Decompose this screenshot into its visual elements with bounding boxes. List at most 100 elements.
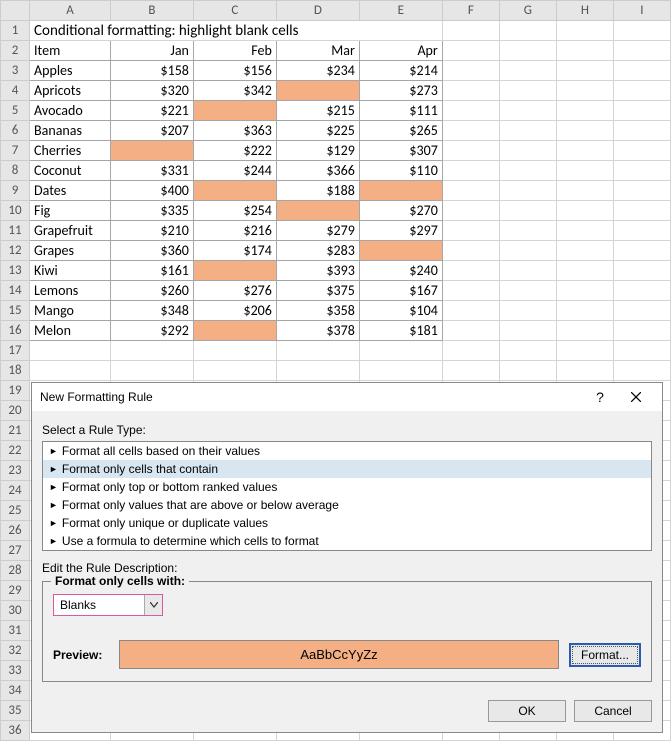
cell[interactable] bbox=[613, 181, 670, 201]
value-cell[interactable]: $111 bbox=[359, 101, 442, 121]
rule-type-item[interactable]: ►Format only unique or duplicate values bbox=[43, 514, 651, 532]
value-cell[interactable]: $254 bbox=[193, 201, 276, 221]
rule-type-item[interactable]: ►Use a formula to determine which cells … bbox=[43, 532, 651, 550]
page-title[interactable]: Conditional formatting: highlight blank … bbox=[30, 21, 443, 41]
cell[interactable] bbox=[556, 101, 613, 121]
row-header[interactable]: 21 bbox=[1, 421, 30, 441]
row-header[interactable]: 34 bbox=[1, 681, 30, 701]
item-name[interactable]: Cherries bbox=[30, 141, 111, 161]
item-name[interactable]: Apricots bbox=[30, 81, 111, 101]
cell[interactable] bbox=[556, 301, 613, 321]
value-cell[interactable]: $307 bbox=[359, 141, 442, 161]
cell[interactable] bbox=[499, 41, 556, 61]
cancel-button[interactable]: Cancel bbox=[574, 700, 652, 722]
condition-type-dropdown[interactable]: Blanks bbox=[53, 594, 163, 616]
cell[interactable] bbox=[556, 321, 613, 341]
cell[interactable] bbox=[613, 301, 670, 321]
cell[interactable] bbox=[613, 121, 670, 141]
rule-type-item[interactable]: ►Format only top or bottom ranked values bbox=[43, 478, 651, 496]
row-header[interactable]: 31 bbox=[1, 621, 30, 641]
item-name[interactable]: Grapefruit bbox=[30, 221, 111, 241]
row-header[interactable]: 17 bbox=[1, 341, 30, 361]
row-header[interactable]: 32 bbox=[1, 641, 30, 661]
header-mar[interactable]: Mar bbox=[276, 41, 359, 61]
col-header-E[interactable]: E bbox=[359, 1, 442, 21]
cell[interactable] bbox=[613, 161, 670, 181]
row-header[interactable]: 16 bbox=[1, 321, 30, 341]
value-cell[interactable] bbox=[359, 241, 442, 261]
item-name[interactable]: Lemons bbox=[30, 281, 111, 301]
cell[interactable] bbox=[499, 21, 556, 41]
header-item[interactable]: Item bbox=[30, 41, 111, 61]
value-cell[interactable]: $270 bbox=[359, 201, 442, 221]
value-cell[interactable] bbox=[276, 81, 359, 101]
row-header[interactable]: 26 bbox=[1, 521, 30, 541]
value-cell[interactable]: $214 bbox=[359, 61, 442, 81]
cell[interactable] bbox=[359, 361, 442, 381]
cell[interactable] bbox=[499, 281, 556, 301]
value-cell[interactable]: $273 bbox=[359, 81, 442, 101]
cell[interactable] bbox=[359, 341, 442, 361]
row-header[interactable]: 7 bbox=[1, 141, 30, 161]
item-name[interactable]: Apples bbox=[30, 61, 111, 81]
cell[interactable] bbox=[556, 61, 613, 81]
row-header[interactable]: 9 bbox=[1, 181, 30, 201]
cell[interactable] bbox=[442, 181, 499, 201]
rule-type-item[interactable]: ►Format only cells that contain bbox=[43, 460, 651, 478]
cell[interactable] bbox=[613, 101, 670, 121]
cell[interactable] bbox=[442, 301, 499, 321]
value-cell[interactable]: $393 bbox=[276, 261, 359, 281]
col-header-G[interactable]: G bbox=[499, 1, 556, 21]
cell[interactable] bbox=[499, 141, 556, 161]
cell[interactable] bbox=[499, 81, 556, 101]
value-cell[interactable]: $375 bbox=[276, 281, 359, 301]
cell[interactable] bbox=[442, 241, 499, 261]
cell[interactable] bbox=[613, 61, 670, 81]
cell[interactable] bbox=[556, 261, 613, 281]
cell[interactable] bbox=[613, 241, 670, 261]
cell[interactable] bbox=[613, 41, 670, 61]
cell[interactable] bbox=[442, 141, 499, 161]
value-cell[interactable]: $181 bbox=[359, 321, 442, 341]
cell[interactable] bbox=[442, 341, 499, 361]
cell[interactable] bbox=[556, 181, 613, 201]
value-cell[interactable]: $225 bbox=[276, 121, 359, 141]
cell[interactable] bbox=[556, 241, 613, 261]
row-header[interactable]: 5 bbox=[1, 101, 30, 121]
cell[interactable] bbox=[442, 101, 499, 121]
cell[interactable] bbox=[442, 121, 499, 141]
item-name[interactable]: Mango bbox=[30, 301, 111, 321]
row-header[interactable]: 35 bbox=[1, 701, 30, 721]
value-cell[interactable]: $216 bbox=[193, 221, 276, 241]
close-button[interactable] bbox=[618, 389, 654, 405]
row-header[interactable]: 27 bbox=[1, 541, 30, 561]
cell[interactable] bbox=[613, 201, 670, 221]
cell[interactable] bbox=[556, 221, 613, 241]
row-header[interactable]: 30 bbox=[1, 601, 30, 621]
cell[interactable] bbox=[556, 81, 613, 101]
cell[interactable] bbox=[613, 221, 670, 241]
cell[interactable] bbox=[442, 81, 499, 101]
item-name[interactable]: Grapes bbox=[30, 241, 111, 261]
value-cell[interactable]: $206 bbox=[193, 301, 276, 321]
value-cell[interactable]: $221 bbox=[110, 101, 193, 121]
value-cell[interactable]: $207 bbox=[110, 121, 193, 141]
row-header[interactable]: 2 bbox=[1, 41, 30, 61]
cell[interactable] bbox=[193, 361, 276, 381]
cell[interactable] bbox=[499, 101, 556, 121]
row-header[interactable]: 23 bbox=[1, 461, 30, 481]
col-header-H[interactable]: H bbox=[556, 1, 613, 21]
value-cell[interactable]: $276 bbox=[193, 281, 276, 301]
value-cell[interactable]: $360 bbox=[110, 241, 193, 261]
value-cell[interactable]: $156 bbox=[193, 61, 276, 81]
value-cell[interactable] bbox=[359, 181, 442, 201]
row-header[interactable]: 24 bbox=[1, 481, 30, 501]
cell[interactable] bbox=[613, 281, 670, 301]
cell[interactable] bbox=[556, 201, 613, 221]
cell[interactable] bbox=[556, 121, 613, 141]
cell[interactable] bbox=[442, 201, 499, 221]
row-header[interactable]: 14 bbox=[1, 281, 30, 301]
cell[interactable] bbox=[499, 161, 556, 181]
value-cell[interactable]: $363 bbox=[193, 121, 276, 141]
cell[interactable] bbox=[556, 281, 613, 301]
